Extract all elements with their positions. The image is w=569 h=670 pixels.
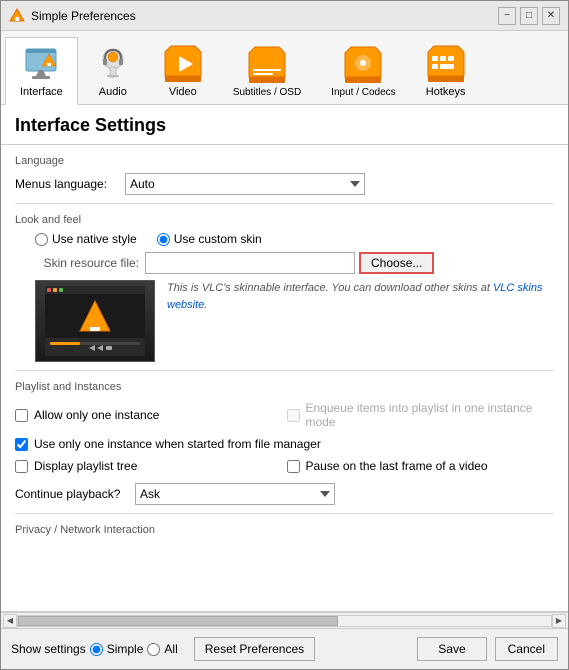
show-all-text: All [164,642,177,656]
pause-last-frame-checkbox[interactable] [287,460,300,473]
enqueue-checkbox[interactable] [287,409,300,422]
playlist-section-label: Playlist and Instances [15,381,554,393]
divider-3 [15,513,554,514]
continue-playback-label: Continue playback? [15,487,135,501]
show-simple-label[interactable]: Simple [90,642,144,656]
look-feel-label: Look and feel [15,214,554,226]
interface-icon [21,44,61,84]
nav-item-audio[interactable]: Audio [78,37,148,104]
main-window: Simple Preferences − □ ✕ Interface [0,0,569,670]
window-title: Simple Preferences [31,9,498,23]
skin-preview [35,280,155,362]
cancel-button[interactable]: Cancel [495,637,558,661]
page-title: Interface Settings [1,105,568,144]
window-controls: − □ ✕ [498,7,560,25]
pause-last-frame-text: Pause on the last frame of a video [306,459,488,473]
radio-native-label[interactable]: Use native style [35,232,137,246]
minimize-button[interactable]: − [498,7,516,25]
nav-label-input: Input / Codecs [331,87,395,98]
privacy-section-label: Privacy / Network Interaction [15,524,554,536]
allow-one-instance-checkbox[interactable] [15,409,28,422]
skin-desc-text: This is VLC's skinnable interface. You c… [167,282,493,294]
maximize-button[interactable]: □ [520,7,538,25]
skin-radio-group: Use native style Use custom skin [15,232,554,246]
allow-one-instance-text: Allow only one instance [34,408,159,422]
use-one-instance-label[interactable]: Use only one instance when started from … [15,437,554,451]
show-all-radio[interactable] [147,643,160,656]
nav-item-hotkeys[interactable]: Hotkeys [411,37,481,104]
nav-bar: Interface Audio Video [1,31,568,105]
audio-icon [93,44,133,84]
menus-language-row: Menus language: Auto English French Germ… [15,173,554,195]
skin-preview-inner [36,281,154,361]
radio-custom-text: Use custom skin [174,232,262,246]
nav-label-audio: Audio [99,86,127,98]
use-one-instance-text: Use only one instance when started from … [34,437,321,451]
nav-item-subtitles[interactable]: Subtitles / OSD [218,37,316,104]
horizontal-scrollbar[interactable]: ◀ ▶ [1,612,568,628]
continue-playback-select[interactable]: Ask Always Never [135,483,335,505]
skin-resource-row: Skin resource file: Choose... [15,252,554,274]
nav-item-input[interactable]: Input / Codecs [316,37,410,104]
input-icon [343,45,383,85]
skin-preview-row: This is VLC's skinnable interface. You c… [15,280,554,362]
allow-one-instance-label[interactable]: Allow only one instance [15,401,283,429]
nav-label-video: Video [169,86,197,98]
divider-1 [15,203,554,204]
settings-scroll[interactable]: Language Menus language: Auto English Fr… [1,144,568,612]
nav-item-video[interactable]: Video [148,37,218,104]
skin-preview-image [45,286,145,356]
reset-preferences-button[interactable]: Reset Preferences [194,637,315,661]
skin-description: This is VLC's skinnable interface. You c… [167,280,554,313]
scroll-left-arrow[interactable]: ◀ [3,614,17,628]
display-playlist-text: Display playlist tree [34,459,137,473]
show-all-label[interactable]: All [147,642,177,656]
subtitles-icon [247,45,287,85]
video-icon [163,44,203,84]
scroll-track[interactable] [17,615,552,627]
close-button[interactable]: ✕ [542,7,560,25]
divider-2 [15,370,554,371]
scroll-thumb[interactable] [18,616,338,626]
show-simple-text: Simple [107,642,144,656]
skin-resource-label: Skin resource file: [35,256,145,270]
radio-custom-label[interactable]: Use custom skin [157,232,262,246]
skin-resource-input[interactable] [145,252,355,274]
language-section-label: Language [15,155,554,167]
radio-native-text: Use native style [52,232,137,246]
footer: Show settings Simple All Reset Preferenc… [1,628,568,669]
radio-native[interactable] [35,233,48,246]
display-playlist-label[interactable]: Display playlist tree [15,459,283,473]
enqueue-label[interactable]: Enqueue items into playlist in one insta… [287,401,555,429]
use-one-instance-checkbox[interactable] [15,438,28,451]
pause-last-frame-label[interactable]: Pause on the last frame of a video [287,459,555,473]
show-simple-radio[interactable] [90,643,103,656]
display-playlist-checkbox[interactable] [15,460,28,473]
menus-language-label: Menus language: [15,177,125,191]
playlist-options-2: Display playlist tree Pause on the last … [15,455,554,477]
nav-label-hotkeys: Hotkeys [426,86,466,98]
main-content: Interface Settings Language Menus langua… [1,105,568,628]
enqueue-text: Enqueue items into playlist in one insta… [306,401,555,429]
nav-label-interface: Interface [20,86,63,98]
playlist-options: Allow only one instance Enqueue items in… [15,397,554,433]
vlc-icon [9,8,25,24]
choose-button[interactable]: Choose... [359,252,434,274]
show-settings-group: Show settings Simple All [11,642,178,656]
save-button[interactable]: Save [417,637,486,661]
nav-item-interface[interactable]: Interface [5,37,78,105]
continue-playback-row: Continue playback? Ask Always Never [15,483,554,505]
menus-language-select[interactable]: Auto English French German Spanish [125,173,365,195]
hotkeys-icon [426,44,466,84]
scroll-right-arrow[interactable]: ▶ [552,614,566,628]
nav-label-subtitles: Subtitles / OSD [233,87,301,98]
title-bar: Simple Preferences − □ ✕ [1,1,568,31]
show-settings-label: Show settings [11,642,86,656]
radio-custom[interactable] [157,233,170,246]
skin-desc-period: . [204,299,207,311]
